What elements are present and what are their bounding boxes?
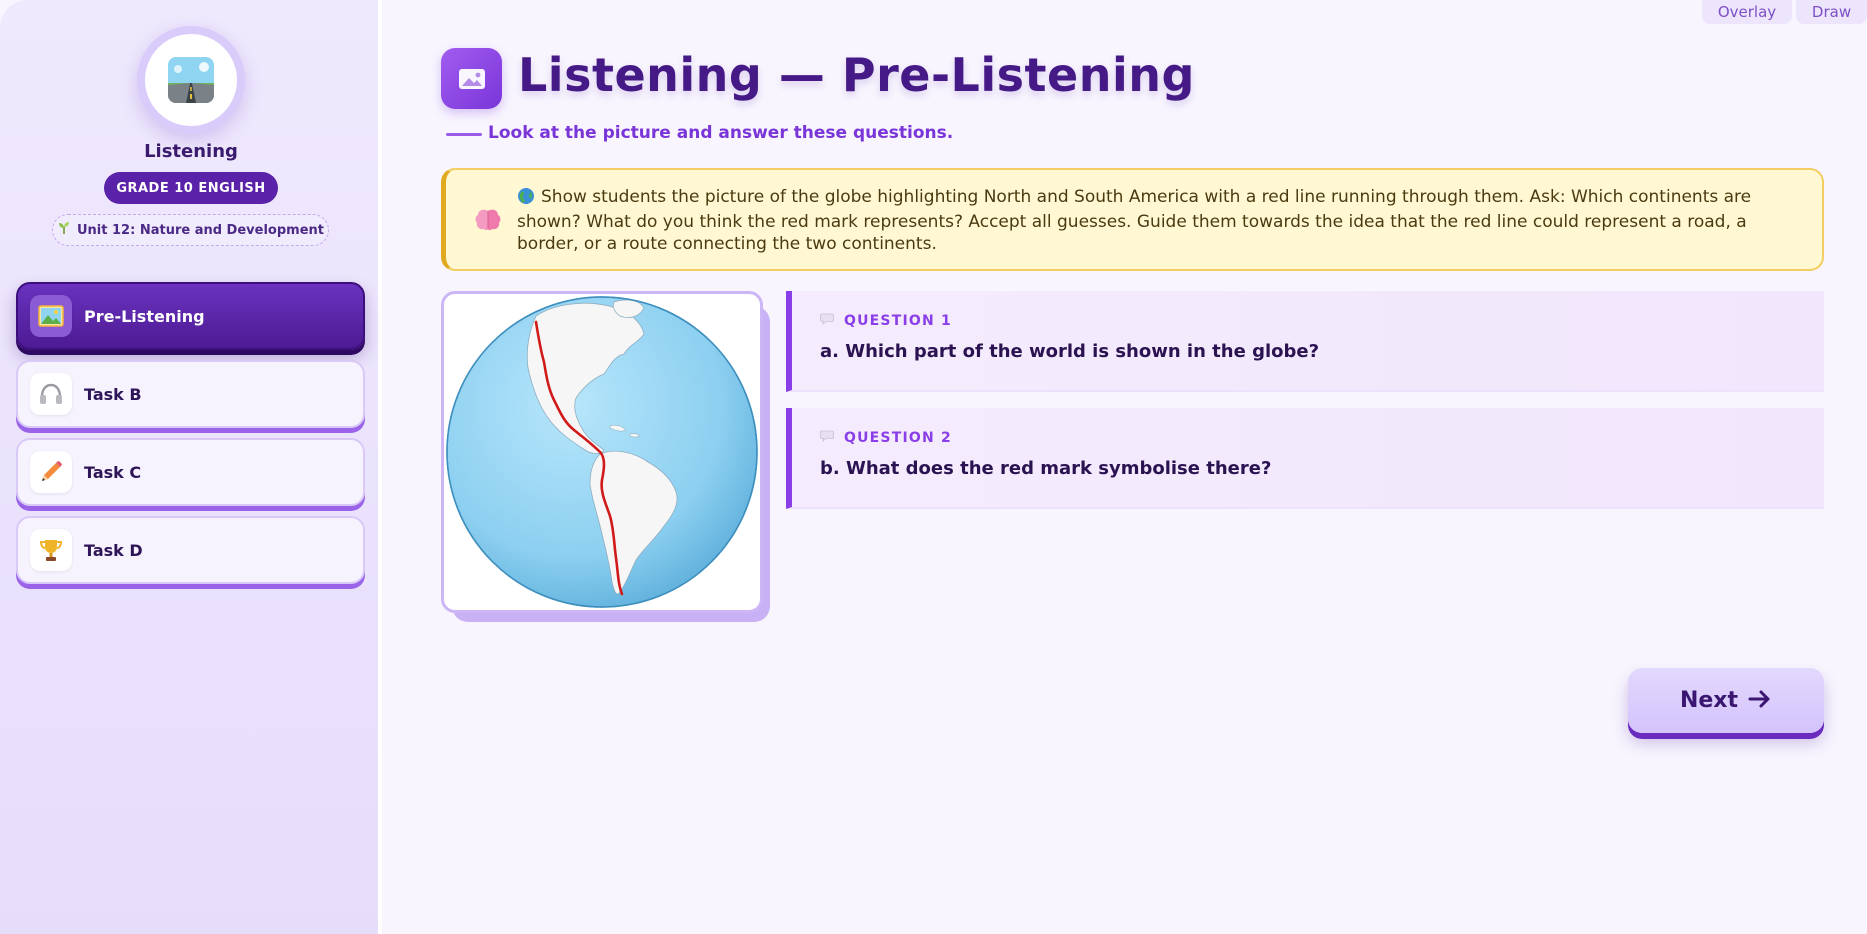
unit-label: Unit 12: Nature and Development bbox=[77, 222, 324, 238]
question-text: a. Which part of the world is shown in t… bbox=[820, 341, 1320, 362]
question-card-1: QUESTION 1 a. Which part of the world is… bbox=[786, 291, 1824, 392]
tab-draw[interactable]: Draw bbox=[1796, 0, 1867, 24]
sidebar-item-label: Task D bbox=[84, 540, 143, 560]
page-subtitle: Look at the picture and answer these que… bbox=[488, 123, 954, 143]
next-button[interactable]: Next bbox=[1628, 668, 1824, 733]
subtitle-divider bbox=[446, 133, 482, 136]
seedling-icon bbox=[57, 221, 71, 239]
speech-bubble-icon bbox=[820, 313, 834, 329]
arrow-right-icon bbox=[1748, 689, 1772, 713]
speech-bubble-icon bbox=[820, 430, 834, 446]
note-body: Show students the picture of the globe h… bbox=[517, 187, 1752, 254]
next-button-label: Next bbox=[1679, 688, 1739, 713]
trophy-icon bbox=[30, 529, 72, 571]
grade-badge: GRADE 10 ENGLISH bbox=[104, 172, 278, 204]
question-header: QUESTION 1 bbox=[820, 313, 952, 329]
sidebar-item-label: Pre-Listening bbox=[84, 306, 205, 326]
sidebar-item-label: Task B bbox=[84, 384, 142, 404]
logo bbox=[137, 26, 245, 134]
pencil-icon bbox=[30, 451, 72, 493]
tab-overlay[interactable]: Overlay bbox=[1702, 0, 1792, 24]
brain-icon bbox=[474, 208, 502, 236]
globe-icon bbox=[517, 187, 535, 211]
sidebar: Listening GRADE 10 ENGLISH Unit 12: Natu… bbox=[0, 0, 382, 934]
question-header: QUESTION 2 bbox=[820, 430, 952, 446]
road-icon bbox=[168, 57, 214, 103]
teacher-note: Show students the picture of the globe h… bbox=[441, 168, 1824, 271]
question-label: QUESTION 1 bbox=[844, 313, 952, 329]
sidebar-item-pre-listening[interactable]: Pre-Listening bbox=[16, 282, 365, 350]
sidebar-title: Listening bbox=[144, 141, 238, 162]
sidebar-item-task-d[interactable]: Task D bbox=[16, 516, 365, 584]
unit-badge: Unit 12: Nature and Development bbox=[52, 214, 329, 246]
picture-icon bbox=[441, 48, 502, 109]
question-card-2: QUESTION 2 b. What does the red mark sym… bbox=[786, 408, 1824, 509]
question-text: b. What does the red mark symbolise ther… bbox=[820, 458, 1272, 479]
headphones-icon bbox=[30, 373, 72, 415]
note-text: Show students the picture of the globe h… bbox=[517, 186, 1812, 255]
sidebar-item-task-b[interactable]: Task B bbox=[16, 360, 365, 428]
sidebar-item-task-c[interactable]: Task C bbox=[16, 438, 365, 506]
page-title: Listening — Pre-Listening bbox=[518, 48, 1195, 102]
question-label: QUESTION 2 bbox=[844, 430, 952, 446]
sidebar-item-label: Task C bbox=[84, 462, 142, 482]
globe-americas-image bbox=[441, 291, 763, 613]
picture-icon bbox=[30, 295, 72, 337]
